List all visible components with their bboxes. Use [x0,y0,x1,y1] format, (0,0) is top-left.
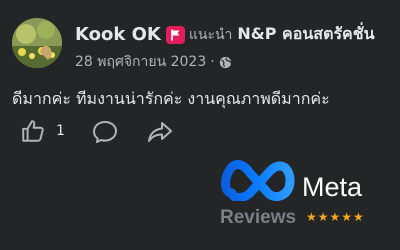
rating-stars: ★★★★★ [306,210,365,224]
reviews-label: Reviews [220,207,297,228]
meta-separator: · [210,54,215,70]
author-name[interactable]: Kook OK [75,24,161,45]
comment-icon [93,121,117,143]
like-button[interactable]: 1 [20,118,65,144]
post-date[interactable]: 28 พฤศจิกายน 2023 [75,51,206,73]
comment-button[interactable] [92,120,118,144]
recommends-label: แนะนำ [188,26,233,43]
thumbs-up-icon [22,120,44,142]
meta-reviews-watermark: Meta Reviews ★★★★★ [220,155,390,235]
meta-brand: Meta [302,172,363,202]
post-header: Kook OK แนะนำ N&P คอนสตรัคชั่น [75,22,375,47]
like-count: 1 [56,123,65,139]
recommend-flag-icon [165,25,185,44]
page-name[interactable]: N&P คอนสตรัคชั่น [237,22,374,47]
meta-infinity-logo [221,160,295,201]
review-post: Kook OK แนะนำ N&P คอนสตรัคชั่น 28 พฤศจิก… [0,0,400,250]
post-meta: 28 พฤศจิกายน 2023 · [75,51,232,73]
review-text: ดีมากค่ะ ทีมงานน่ารักค่ะ งานคุณภาพดีมากค… [12,89,330,108]
share-icon [148,122,172,142]
share-button[interactable] [146,120,174,144]
globe-icon [219,56,232,68]
avatar[interactable] [12,18,62,68]
